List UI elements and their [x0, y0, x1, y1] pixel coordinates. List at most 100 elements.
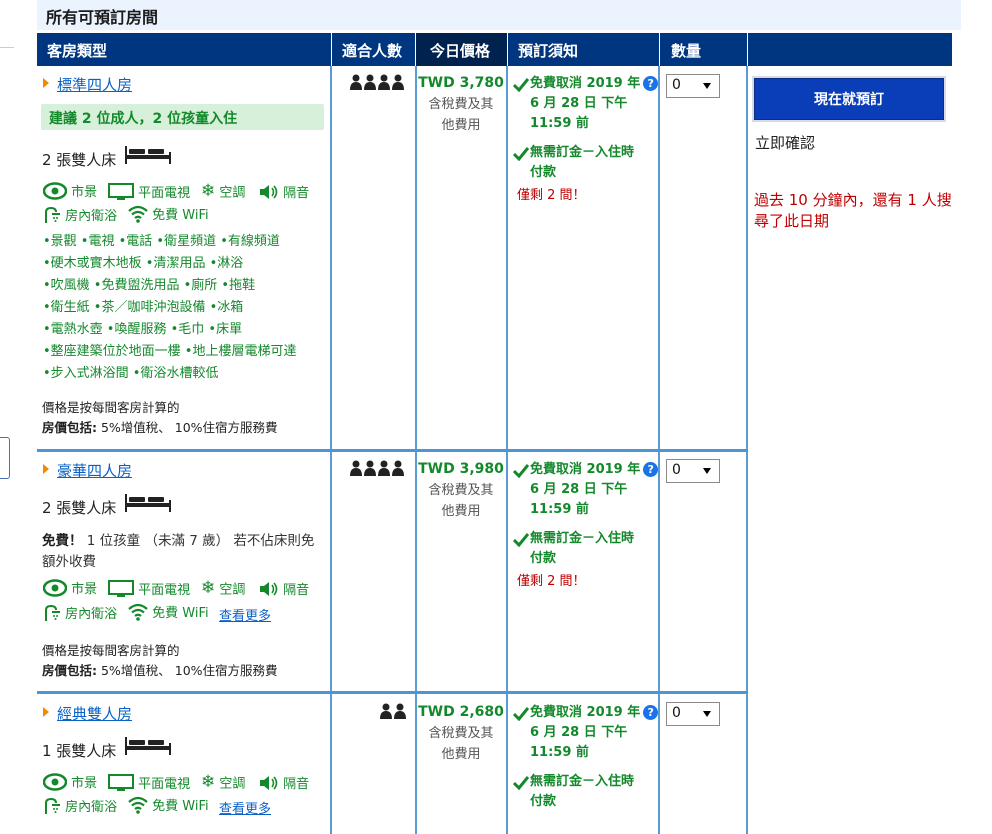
double-bed-icon: [125, 737, 171, 755]
price-includes: 房價包括: 5%增值稅、 10%住宿方服務費: [42, 420, 278, 435]
no-prepayment-policy: 無需訂金－入住時 付款: [513, 772, 660, 812]
facility-air-conditioning: ❄ 空調: [201, 181, 246, 201]
tax-note-line1: 含稅費及其: [428, 726, 494, 741]
occupancy-4-icon: [350, 460, 404, 476]
facility-city-view: 市景: [42, 772, 97, 791]
checkmark-icon: [513, 707, 529, 721]
facility-soundproof: 隔音: [259, 182, 309, 201]
amenity-line: •整座建築位於地面一樓 •地上樓層電梯可達: [43, 344, 297, 359]
facility-air-conditioning: ❄ 空調: [201, 772, 246, 792]
room-quantity-select[interactable]: 0: [666, 702, 720, 726]
tax-note-line2: 他費用: [441, 118, 481, 133]
checkmark-icon: [513, 147, 529, 161]
expand-arrow-icon: [43, 707, 49, 717]
occupancy-suggestion: 建議 2 位成人，2 位孩童入住: [41, 104, 324, 130]
amenity-line: •步入式淋浴間 •衛浴水槽較低: [43, 366, 219, 381]
section-title: 所有可預訂房間: [37, 0, 961, 30]
wifi-icon: [128, 603, 148, 621]
speaker-icon: [260, 184, 278, 199]
info-icon[interactable]: ?: [643, 76, 659, 91]
header-price[interactable]: 今日價格: [415, 33, 507, 66]
row-divider: [37, 449, 748, 452]
wifi-icon: [128, 205, 148, 223]
room-quantity-select[interactable]: 0: [666, 74, 720, 98]
price-per-room-note: 價格是按每間客房計算的: [42, 400, 180, 415]
eye-icon: [42, 578, 68, 597]
facility-private-bathroom: 房內衛浴: [43, 603, 117, 622]
tv-icon: [108, 579, 134, 597]
facility-flat-tv: 平面電視: [108, 182, 190, 201]
see-more-link[interactable]: 查看更多: [219, 605, 271, 624]
bed-info: 2 張雙人床: [42, 151, 117, 169]
tv-icon: [108, 773, 134, 791]
left-edge-divider: [0, 47, 14, 48]
facility-free-wifi: 免費 WiFi: [128, 602, 209, 621]
eye-icon: [42, 181, 68, 200]
header-sleeps: 適合人數: [331, 33, 415, 66]
dropdown-caret-icon: [703, 711, 711, 717]
facility-soundproof: 隔音: [259, 579, 309, 598]
room-quantity-select[interactable]: 0: [666, 459, 720, 483]
amenity-line: •電熱水壺 •喚醒服務 •毛巾 •床單: [43, 322, 243, 337]
tax-note-line1: 含稅費及其: [428, 483, 494, 498]
expand-arrow-icon: [43, 78, 49, 88]
price-per-room-note: 價格是按每間客房計算的: [42, 643, 180, 658]
room-name-link[interactable]: 標準四人房: [57, 74, 132, 95]
room-name-link[interactable]: 豪華四人房: [57, 460, 132, 481]
facility-free-wifi: 免費 WiFi: [128, 795, 209, 814]
amenity-line: •景觀 •電視 •電話 •衛星頻道 •有線頻道: [43, 234, 280, 249]
tax-note-line1: 含稅費及其: [428, 97, 494, 112]
tax-note-line2: 他費用: [441, 747, 481, 762]
header-room-type: 客房類型: [47, 42, 108, 60]
tax-note-line2: 他費用: [441, 504, 481, 519]
facility-soundproof: 隔音: [259, 773, 309, 792]
info-icon[interactable]: ?: [643, 462, 659, 477]
free-cancellation-policy: 免費取消 2019 年? 6 月 28 日 下午 11:59 前: [513, 460, 660, 520]
bed-info: 1 張雙人床: [42, 742, 117, 760]
rooms-left-warning: 僅剩 2 間！: [517, 188, 586, 203]
table-header: 客房類型 適合人數 今日價格 預訂須知 數量: [37, 33, 952, 66]
book-now-button[interactable]: 現在就預訂: [754, 78, 944, 120]
shower-icon: [45, 797, 60, 814]
facility-free-wifi: 免費 WiFi: [128, 204, 209, 223]
free-cancellation-policy: 免費取消 2019 年? 6 月 28 日 下午 11:59 前: [513, 703, 660, 763]
facility-air-conditioning: ❄ 空調: [201, 578, 246, 598]
price-includes: 房價包括: 5%增值稅、 10%住宿方服務費: [42, 663, 278, 678]
checkmark-icon: [513, 464, 529, 478]
double-bed-icon: [125, 494, 171, 512]
amenity-line: •衛生紙 •茶／咖啡沖泡設備 •冰箱: [43, 300, 244, 315]
info-icon[interactable]: ?: [643, 705, 659, 720]
facility-private-bathroom: 房內衛浴: [43, 796, 117, 815]
no-prepayment-policy: 無需訂金－入住時 付款: [513, 143, 660, 183]
header-blank: [747, 33, 952, 66]
left-edge-tab[interactable]: [0, 437, 10, 479]
facility-city-view: 市景: [42, 578, 97, 597]
child-free-policy: 免費！ 1 位孩童 （未滿 7 歲） 若不佔床則免額外收費: [42, 533, 315, 570]
snowflake-icon: ❄: [201, 772, 216, 792]
facility-flat-tv: 平面電視: [108, 773, 190, 792]
occupancy-2-icon: [380, 703, 406, 719]
room-price: TWD 2,680: [418, 704, 504, 720]
see-more-link[interactable]: 查看更多: [219, 798, 271, 817]
checkmark-icon: [513, 533, 529, 547]
speaker-icon: [260, 581, 278, 596]
dropdown-caret-icon: [703, 468, 711, 474]
tv-icon: [108, 182, 134, 200]
amenity-line: •吹風機 •免費盥洗用品 •廁所 •拖鞋: [43, 278, 256, 293]
bed-info: 2 張雙人床: [42, 499, 117, 517]
snowflake-icon: ❄: [201, 181, 216, 201]
room-name-link[interactable]: 經典雙人房: [57, 703, 132, 724]
room-price: TWD 3,980: [418, 461, 504, 477]
dropdown-caret-icon: [703, 83, 711, 89]
eye-icon: [42, 772, 68, 791]
facility-city-view: 市景: [42, 181, 97, 200]
amenity-line: •硬木或實木地板 •清潔用品 •淋浴: [43, 256, 244, 271]
header-policies: 預訂須知: [507, 33, 659, 66]
shower-icon: [45, 604, 60, 621]
facility-flat-tv: 平面電視: [108, 579, 190, 598]
expand-arrow-icon: [43, 464, 49, 474]
header-quantity: 數量: [659, 33, 747, 66]
room-price: TWD 3,780: [418, 75, 504, 91]
wifi-icon: [128, 796, 148, 814]
facility-private-bathroom: 房內衛浴: [43, 205, 117, 224]
